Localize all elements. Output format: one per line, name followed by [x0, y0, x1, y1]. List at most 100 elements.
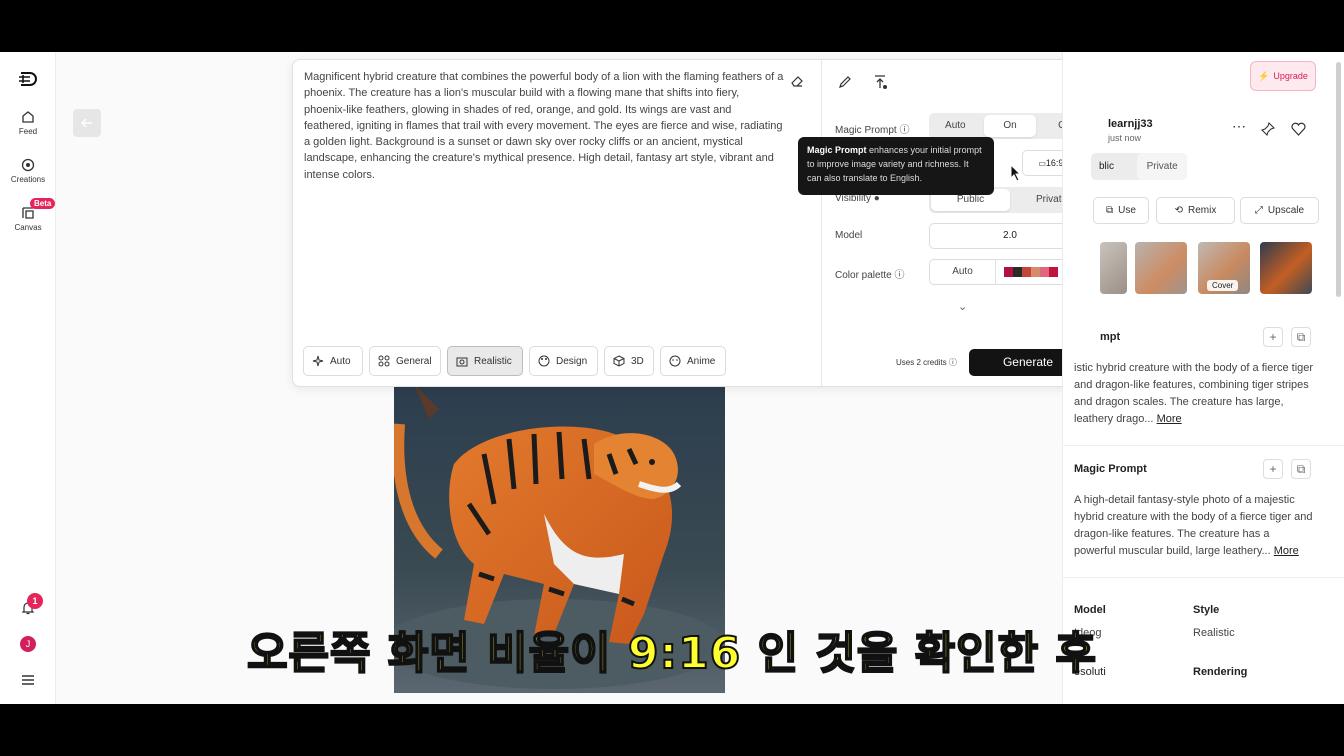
style-chip-label: Design — [556, 355, 588, 367]
remix-button[interactable]: ⟲ Remix — [1156, 197, 1235, 224]
nav-item-feed[interactable]: Feed — [0, 110, 56, 136]
panel-visibility-toggle: blic Private — [1091, 153, 1187, 180]
use-button[interactable]: ⧉ Use — [1093, 197, 1149, 224]
palette-swatch — [1022, 267, 1031, 277]
palette-icon — [538, 355, 550, 367]
use-label: Use — [1118, 205, 1136, 216]
color-palette-auto[interactable]: Auto — [930, 260, 996, 284]
prompt-textarea[interactable]: Magnificent hybrid creature that combine… — [304, 69, 784, 183]
magic-prompt-tooltip: Magic Prompt enhances your initial promp… — [798, 137, 994, 195]
left-nav-rail: Feed Creations Canvas Beta 1 J — [0, 52, 56, 704]
nav-label-feed: Feed — [18, 127, 38, 136]
more-link[interactable]: More — [1274, 545, 1299, 557]
color-palette-label: Color palette ⓘ — [835, 270, 905, 281]
heart-icon[interactable] — [1291, 122, 1306, 136]
prompt-editor: Magnificent hybrid creature that combine… — [292, 59, 1099, 388]
magic-prompt-preview: A high-detail fantasy-style photo of a m… — [1074, 494, 1313, 557]
panel-visibility-private[interactable]: Private — [1137, 153, 1187, 180]
app-screen: Feed Creations Canvas Beta 1 J Magnifice… — [0, 52, 1344, 704]
copy-icon[interactable]: ⧉ — [1291, 327, 1311, 347]
upscale-icon: ⤢ — [1254, 205, 1263, 216]
section-divider — [1063, 445, 1344, 446]
notification-badge: 1 — [27, 593, 43, 609]
style-chip-3d[interactable]: 3D — [604, 346, 654, 376]
style-chip-label: Realistic — [474, 355, 512, 367]
copy-icon[interactable]: ⧉ — [1291, 459, 1311, 479]
palette-swatch — [1004, 267, 1013, 277]
cover-label: Cover — [1207, 280, 1239, 291]
palette-swatch — [1049, 267, 1058, 277]
add-icon[interactable]: + — [1263, 459, 1283, 479]
section-divider — [1063, 577, 1344, 578]
remix-icon: ⟲ — [1174, 205, 1184, 216]
nav-item-canvas[interactable]: Canvas Beta — [0, 198, 56, 232]
upload-icon[interactable] — [873, 74, 889, 90]
style-chip-label: Auto — [330, 355, 351, 367]
pencil-icon[interactable] — [838, 75, 852, 89]
post-time: just now — [1108, 133, 1142, 143]
mouse-cursor-icon — [1010, 164, 1022, 182]
style-chip-anime[interactable]: Anime — [660, 346, 726, 376]
model-title: Model — [1074, 604, 1106, 616]
style-chip-label: Anime — [687, 355, 716, 367]
prompt-preview: istic hybrid creature with the body of a… — [1074, 362, 1314, 425]
magic-prompt-section-title: Magic Prompt — [1074, 463, 1147, 475]
video-subtitle: 오른쪽 화면 비율이 9:16 인 것을 확인한 후 — [246, 627, 1097, 680]
remix-label: Remix — [1188, 205, 1217, 216]
aspect-ratio-value: 16:9 — [1045, 158, 1064, 168]
thumbnail-4-selected[interactable] — [1260, 242, 1312, 294]
face-icon — [669, 355, 681, 367]
eraser-icon[interactable] — [790, 74, 804, 88]
style-chip-realistic[interactable]: Realistic — [447, 346, 523, 376]
upgrade-button[interactable]: ⚡ Upgrade — [1250, 61, 1316, 91]
credits-info: Uses 2 credits ⓘ — [896, 358, 957, 367]
magic-prompt-on[interactable]: On — [983, 115, 1037, 137]
add-icon[interactable]: + — [1263, 327, 1283, 347]
creations-icon — [21, 158, 35, 172]
cube-icon — [613, 355, 625, 367]
more-link[interactable]: More — [1157, 413, 1182, 425]
palette-swatch — [1031, 267, 1040, 277]
magic-prompt-label: Magic Prompt ⓘ — [835, 125, 910, 136]
palette-swatch — [1040, 267, 1049, 277]
thumbnail-2[interactable] — [1135, 242, 1187, 294]
home-icon — [22, 111, 34, 123]
grid-icon — [378, 355, 390, 367]
upscale-button[interactable]: ⤢ Upscale — [1240, 197, 1319, 224]
detail-panel: learnjj33 just now ⋯ blic Private ⧉ Use ⟲… — [1062, 52, 1344, 704]
lightning-icon: ⚡ — [1258, 70, 1270, 81]
prompt-section-title: mpt — [1100, 331, 1121, 343]
arrow-left-icon — [80, 118, 92, 128]
scrollbar[interactable] — [1336, 62, 1341, 297]
thumbnail-1[interactable] — [1100, 242, 1127, 294]
style-chip-label: General — [396, 355, 432, 367]
model-value: 2.0 — [1003, 230, 1017, 241]
magic-prompt-auto[interactable]: Auto — [929, 113, 982, 139]
beta-badge: Beta — [30, 198, 56, 209]
ideogram-logo-icon[interactable] — [17, 68, 39, 90]
nav-item-creations[interactable]: Creations — [0, 158, 56, 184]
style-title: Style — [1193, 604, 1220, 616]
username[interactable]: learnjj33 — [1108, 118, 1153, 130]
pin-icon[interactable] — [1261, 122, 1275, 136]
back-button[interactable] — [73, 109, 101, 137]
expand-chevron-icon[interactable]: ⌄ — [958, 300, 967, 313]
sparkle-icon — [312, 355, 324, 367]
palette-swatches[interactable] — [996, 260, 1068, 284]
style-chip-design[interactable]: Design — [529, 346, 598, 376]
style-chip-general[interactable]: General — [369, 346, 441, 376]
upgrade-label: Upgrade — [1273, 71, 1308, 81]
style-chip-auto[interactable]: Auto — [303, 346, 363, 376]
palette-swatch — [1013, 267, 1022, 277]
model-label: Model — [835, 230, 863, 241]
nav-label-creations: Creations — [10, 175, 46, 184]
camera-icon — [456, 357, 468, 367]
tooltip-title: Magic Prompt — [807, 145, 867, 155]
more-options-icon[interactable]: ⋯ — [1232, 118, 1246, 135]
panel-visibility-public[interactable]: blic — [1091, 153, 1137, 180]
nav-label-canvas: Canvas — [14, 223, 42, 232]
editor-divider — [821, 60, 822, 388]
style-chip-label: 3D — [631, 355, 644, 367]
thumbnail-3[interactable]: Cover — [1198, 242, 1250, 294]
upscale-label: Upscale — [1267, 205, 1305, 216]
